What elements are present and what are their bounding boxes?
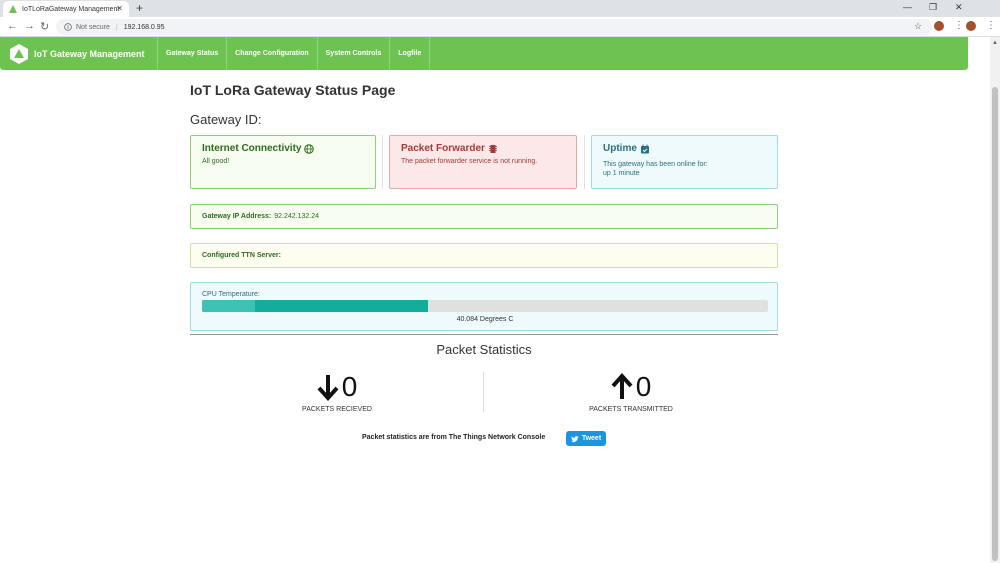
stats-source-text: Packet statistics are from The Things Ne… [362, 434, 546, 441]
packet-statistics-heading: Packet Statistics [436, 342, 532, 357]
favicon-icon [9, 5, 17, 13]
packets-transmitted-caption: PACKETS TRANSMITTED [589, 406, 673, 413]
profile-avatar[interactable] [966, 21, 976, 31]
forwarder-card-title: Packet Forwarder [401, 143, 485, 154]
cpu-temperature-label: CPU Temperature: [202, 291, 260, 298]
browser-tab-strip: IoTLoRaGateway Management ✕ + — ❐ ✕ [0, 0, 1000, 17]
arrow-up-icon [611, 373, 633, 399]
ttn-server-panel: Configured TTN Server: [190, 243, 778, 268]
gateway-ip-panel: Gateway IP Address: 92.242.132.24 [190, 204, 778, 229]
nav-logfile[interactable]: Logfile [389, 37, 431, 70]
packets-received-caption: PACKETS RECIEVED [302, 406, 372, 413]
scrollbar-thumb[interactable] [992, 87, 998, 561]
browser-toolbar: ← → ↻ Not secure | 192.168.0.95 ☆ ⋮ ⋮ [0, 17, 1000, 37]
window-close-icon[interactable]: ✕ [955, 2, 963, 13]
internet-connectivity-card: Internet Connectivity All good! [190, 135, 376, 189]
card-divider [382, 135, 383, 189]
vertical-scrollbar[interactable]: ▲ [990, 37, 1000, 563]
page-title: IoT LoRa Gateway Status Page [190, 82, 396, 98]
uptime-card-title: Uptime [603, 143, 637, 154]
arrow-down-icon [317, 375, 339, 401]
calendar-check-icon [640, 144, 649, 153]
cpu-temperature-progress [202, 300, 768, 312]
internet-card-text: All good! [202, 158, 230, 165]
back-icon[interactable]: ← [7, 20, 18, 32]
packets-received-stat: 0 PACKETS RECIEVED [190, 370, 484, 413]
app-navbar: IoT Gateway Management Gateway Status Ch… [0, 37, 968, 70]
minimize-icon[interactable]: — [903, 2, 912, 12]
nav-gateway-status[interactable]: Gateway Status [157, 37, 226, 70]
chip-icon [488, 144, 497, 153]
card-divider [584, 135, 585, 189]
ttn-server-label: Configured TTN Server: [202, 252, 281, 259]
extension-avatar-icon[interactable] [934, 21, 944, 31]
packets-transmitted-stat: 0 PACKETS TRANSMITTED [484, 370, 778, 413]
globe-icon [304, 143, 315, 154]
forwarder-card-text: The packet forwarder service is not runn… [401, 158, 538, 165]
bookmark-star-icon[interactable]: ☆ [914, 21, 922, 32]
nav-change-configuration[interactable]: Change Configuration [226, 37, 317, 70]
internet-card-title: Internet Connectivity [202, 143, 302, 154]
packets-transmitted-value: 0 [635, 371, 652, 402]
tab-close-icon[interactable]: ✕ [116, 4, 123, 13]
brand[interactable]: IoT Gateway Management [0, 37, 157, 70]
browser-tab[interactable]: IoTLoRaGateway Management ✕ [3, 1, 129, 17]
gateway-logo-icon [10, 43, 28, 64]
scroll-up-icon[interactable]: ▲ [992, 40, 998, 46]
cpu-temperature-reading: 40.084 Degrees C [456, 316, 514, 323]
packet-forwarder-card: Packet Forwarder The packet forwarder se… [389, 135, 577, 189]
gateway-id-heading: Gateway ID: [190, 112, 262, 127]
uptime-card: Uptime This gateway has been online for:… [591, 135, 778, 189]
uptime-card-text: This gateway has been online for: [603, 161, 708, 168]
url-text: 192.168.0.95 [123, 23, 165, 31]
packets-received-value: 0 [341, 371, 358, 402]
nav-system-controls[interactable]: System Controls [316, 37, 390, 70]
tweet-label: Tweet [581, 435, 602, 442]
extension-menu-icon[interactable]: ⋮ [954, 20, 964, 31]
new-tab-button[interactable]: + [136, 1, 143, 15]
security-label: Not secure [76, 23, 110, 31]
address-bar[interactable]: Not secure | 192.168.0.95 [56, 19, 932, 35]
cpu-temperature-progress-fill [202, 300, 429, 312]
tweet-button[interactable]: Tweet [566, 431, 606, 446]
brand-name: IoT Gateway Management [34, 48, 145, 59]
browser-menu-icon[interactable]: ⋮ [986, 20, 996, 31]
uptime-value: up 1 minute [603, 170, 640, 177]
address-separator: | [115, 23, 118, 31]
section-divider [190, 334, 778, 335]
stats-footer: Packet statistics are from The Things Ne… [190, 431, 778, 447]
twitter-bird-icon [570, 435, 579, 442]
forward-icon[interactable]: → [24, 20, 35, 32]
tab-title: IoTLoRaGateway Management [22, 5, 120, 13]
gateway-ip-label: Gateway IP Address: [202, 213, 272, 220]
cpu-temperature-panel: CPU Temperature: 40.084 Degrees C [190, 282, 778, 331]
restore-icon[interactable]: ❐ [929, 2, 937, 13]
reload-icon[interactable]: ↻ [40, 20, 49, 33]
info-icon [64, 23, 72, 31]
gateway-ip-value: 92.242.132.24 [274, 213, 320, 220]
